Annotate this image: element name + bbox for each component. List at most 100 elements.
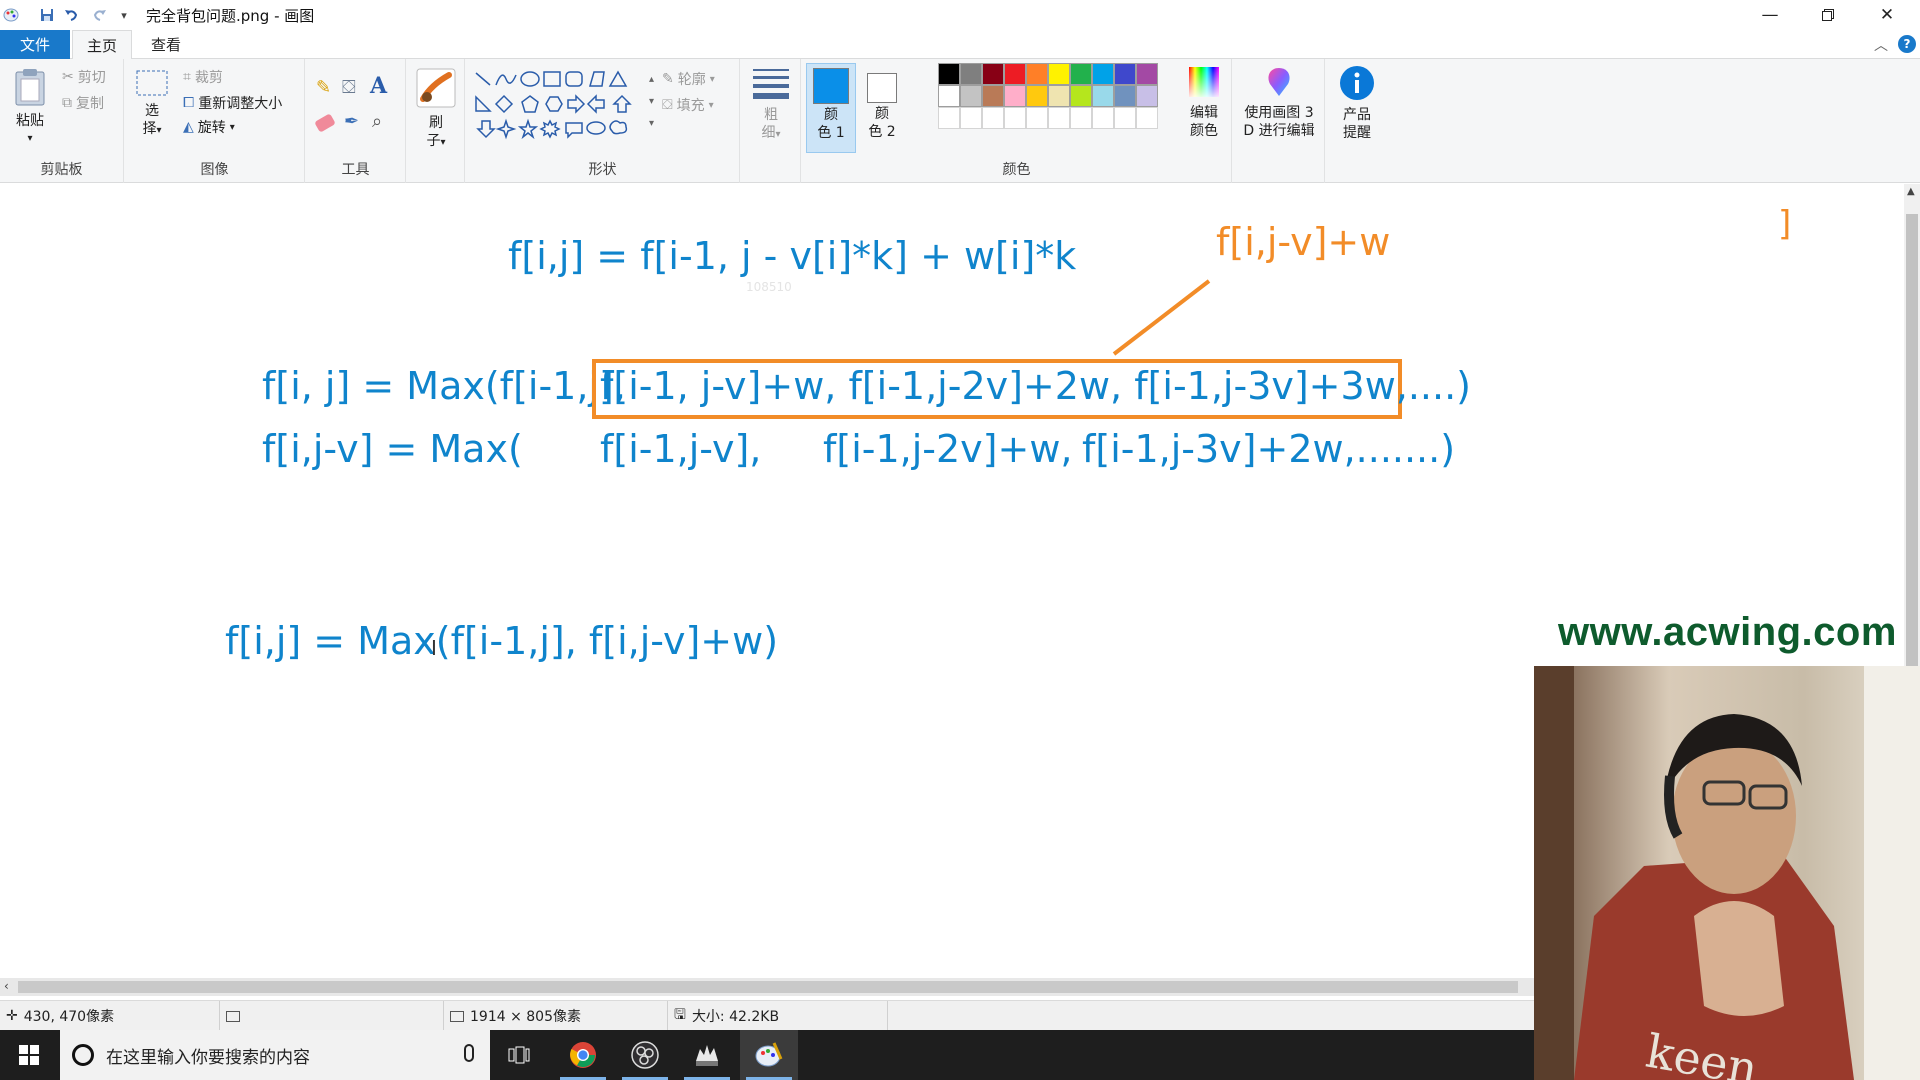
color1-label-1: 颜 bbox=[824, 107, 838, 123]
save-icon[interactable] bbox=[38, 6, 56, 24]
vertical-scroll-thumb[interactable] bbox=[1906, 214, 1918, 694]
minimize-button[interactable]: — bbox=[1741, 0, 1799, 30]
formula-line-3-head: f[i,j-v] = Max( bbox=[262, 427, 523, 471]
palette-swatch[interactable] bbox=[1026, 85, 1048, 107]
outline-button[interactable]: ✎ 轮廓 ▾ bbox=[662, 69, 715, 89]
taskbar-obs[interactable] bbox=[616, 1030, 674, 1080]
fill-label: 填充 bbox=[676, 98, 705, 114]
task-view-button[interactable] bbox=[490, 1030, 548, 1080]
restore-button[interactable] bbox=[1799, 0, 1857, 30]
text-tool-icon[interactable]: A bbox=[370, 73, 387, 99]
cursor-position: ✛ 430, 470像素 bbox=[0, 1001, 220, 1031]
palette-swatch[interactable] bbox=[1092, 85, 1114, 107]
brush-icon bbox=[416, 68, 456, 108]
palette-custom-slot[interactable] bbox=[1026, 107, 1048, 129]
windows-icon bbox=[19, 1045, 39, 1065]
product-alert-button[interactable]: 产品 提醒 bbox=[1330, 65, 1384, 142]
tools-group-label: 工具 bbox=[341, 162, 370, 178]
palette-custom-slot[interactable] bbox=[1114, 107, 1136, 129]
select-button[interactable]: 选 择▾ bbox=[133, 69, 171, 140]
palette-swatch[interactable] bbox=[1070, 85, 1092, 107]
taskbar-search[interactable]: 在这里输入你要搜索的内容 bbox=[60, 1030, 490, 1080]
redo-icon[interactable] bbox=[91, 6, 109, 24]
taskbar-chrome[interactable] bbox=[554, 1030, 612, 1080]
palette-swatch[interactable] bbox=[1048, 85, 1070, 107]
palette-swatch[interactable] bbox=[960, 85, 982, 107]
palette-swatch[interactable] bbox=[1048, 63, 1070, 85]
customize-quick-access-icon[interactable]: ▾ bbox=[115, 6, 133, 24]
palette-custom-slot[interactable] bbox=[1092, 107, 1114, 129]
image-dimensions: 1914 × 805像素 bbox=[444, 1001, 668, 1031]
palette-swatch[interactable] bbox=[1136, 63, 1158, 85]
size-button[interactable]: 粗 细▾ bbox=[747, 67, 795, 144]
taskbar-app[interactable] bbox=[678, 1030, 736, 1080]
edit-with-paint3d-button[interactable]: 使用画图 3 D 进行编辑 bbox=[1235, 65, 1323, 140]
tab-home[interactable]: 主页 bbox=[72, 30, 132, 60]
rotate-button[interactable]: ◭ 旋转 ▾ bbox=[183, 117, 235, 137]
fill-button[interactable]: ⛋ 填充 ▾ bbox=[662, 95, 714, 115]
edit-colors-label-1: 编辑 bbox=[1190, 105, 1218, 121]
color-picker-icon[interactable]: ✒ bbox=[344, 111, 359, 132]
palette-custom-slot[interactable] bbox=[982, 107, 1004, 129]
taskbar-search-placeholder: 在这里输入你要搜索的内容 bbox=[106, 1047, 310, 1068]
palette-swatch[interactable] bbox=[1004, 85, 1026, 107]
rotate-label: 旋转 bbox=[197, 120, 226, 136]
brushes-label-2: 子 bbox=[426, 133, 441, 149]
horizontal-scroll-thumb[interactable] bbox=[18, 981, 1518, 993]
eraser-icon[interactable] bbox=[314, 113, 336, 133]
shapes-scroll[interactable]: ▴ ▾ ▾ bbox=[649, 69, 654, 135]
hand-app-icon bbox=[696, 1045, 718, 1066]
microphone-icon[interactable] bbox=[464, 1044, 474, 1062]
palette-swatch[interactable] bbox=[1070, 63, 1092, 85]
clipboard-icon bbox=[15, 69, 45, 106]
color2-button[interactable]: 颜 色 2 bbox=[860, 63, 904, 141]
palette-swatch[interactable] bbox=[960, 63, 982, 85]
palette-swatch[interactable] bbox=[1004, 63, 1026, 85]
palette-swatch[interactable] bbox=[982, 63, 1004, 85]
palette-swatch[interactable] bbox=[1114, 85, 1136, 107]
tab-view[interactable]: 查看 bbox=[136, 30, 196, 59]
palette-custom-slot[interactable] bbox=[938, 107, 960, 129]
fill-bucket-icon[interactable]: ⛋ bbox=[342, 77, 356, 98]
shapes-gallery[interactable] bbox=[472, 69, 644, 143]
horizontal-scrollbar[interactable]: ‹ bbox=[0, 978, 1534, 996]
paste-button[interactable]: 粘贴 ▾ bbox=[8, 67, 52, 148]
text-cursor-icon: I bbox=[431, 636, 437, 660]
color1-label-2: 色 1 bbox=[817, 125, 845, 141]
select-label-1: 选 bbox=[145, 103, 159, 119]
palette-swatch[interactable] bbox=[1114, 63, 1136, 85]
palette-custom-slot[interactable] bbox=[1070, 107, 1092, 129]
palette-swatch[interactable] bbox=[938, 85, 960, 107]
palette-custom-slot[interactable] bbox=[1048, 107, 1070, 129]
scroll-up-icon[interactable]: ▲ bbox=[1907, 186, 1915, 197]
palette-custom-slot[interactable] bbox=[1004, 107, 1026, 129]
palette-swatch[interactable] bbox=[938, 63, 960, 85]
collapse-ribbon-icon[interactable]: ︿ bbox=[1874, 35, 1888, 55]
start-button[interactable] bbox=[0, 1030, 58, 1080]
palette-custom-slot[interactable] bbox=[960, 107, 982, 129]
magnifier-icon[interactable]: ⌕ bbox=[372, 111, 382, 132]
palette-swatch[interactable] bbox=[982, 85, 1004, 107]
cut-button[interactable]: ✂ 剪切 bbox=[62, 67, 106, 87]
palette-swatch[interactable] bbox=[1026, 63, 1048, 85]
crop-button[interactable]: ⌗ 裁剪 bbox=[183, 67, 223, 87]
window-title: 完全背包问题.png - 画图 bbox=[146, 7, 315, 25]
obs-icon bbox=[631, 1041, 659, 1069]
help-icon[interactable]: ? bbox=[1898, 35, 1916, 53]
copy-button[interactable]: ⧉ 复制 bbox=[62, 93, 104, 113]
palette-custom-slot[interactable] bbox=[1136, 107, 1158, 129]
undo-icon[interactable] bbox=[62, 6, 80, 24]
palette-swatch[interactable] bbox=[1136, 85, 1158, 107]
cut-label: 剪切 bbox=[77, 70, 106, 86]
pencil-icon[interactable]: ✎ bbox=[316, 77, 331, 98]
close-button[interactable]: ✕ bbox=[1858, 0, 1916, 30]
edge-glyph: ] bbox=[1778, 204, 1792, 244]
scroll-left-icon[interactable]: ‹ bbox=[4, 979, 9, 993]
palette-swatch[interactable] bbox=[1092, 63, 1114, 85]
taskbar-paint[interactable] bbox=[740, 1030, 798, 1080]
resize-button[interactable]: ⧠ 重新调整大小 bbox=[183, 93, 282, 113]
color1-button[interactable]: 颜 色 1 bbox=[806, 63, 856, 153]
tab-file[interactable]: 文件 bbox=[0, 30, 70, 59]
brushes-button[interactable]: 刷 子▾ bbox=[411, 67, 461, 152]
edit-colors-button[interactable]: 编辑 颜色 bbox=[1180, 65, 1228, 140]
